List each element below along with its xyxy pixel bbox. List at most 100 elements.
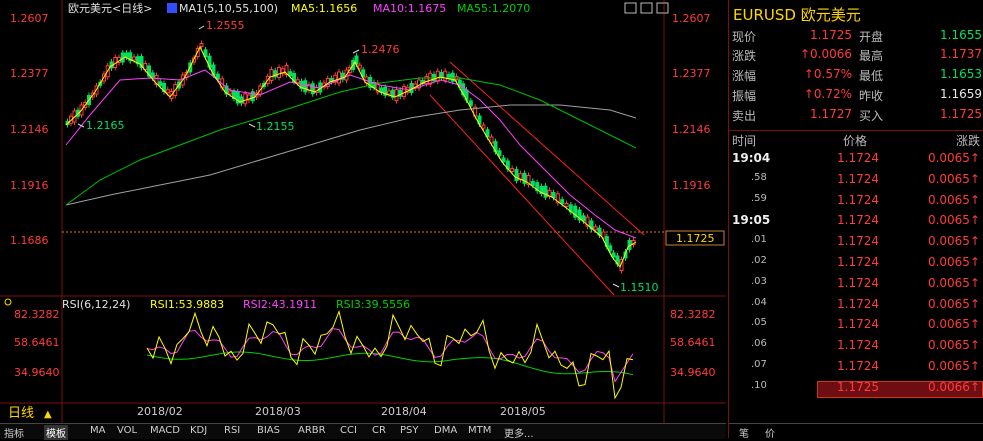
tab-mtm[interactable]: MTM xyxy=(468,425,491,436)
chart-title: 欧元美元<日线> xyxy=(68,1,152,15)
candle-body xyxy=(443,70,448,81)
candle-body xyxy=(468,100,473,107)
candle-body xyxy=(199,43,204,47)
price-axis-label-right: 1.2607 xyxy=(672,12,711,25)
date-label: 2018/02 xyxy=(137,405,183,418)
quote-label: 振幅 xyxy=(732,89,757,103)
tick-row[interactable]: 19:05 1.1724 0.0065↑ xyxy=(729,213,983,234)
tick-row[interactable]: 19:04 1.1724 0.0065↑ xyxy=(729,151,983,172)
tab-psy[interactable]: PSY xyxy=(400,425,419,436)
candle-body xyxy=(611,252,616,258)
kline-chart-panel[interactable]: 欧元美元<日线> MA1(5,10,55,100) MA5:1.1656 MA1… xyxy=(0,0,726,438)
tick-price: 1.1724 xyxy=(837,151,879,165)
tick-change: 0.0065↑ xyxy=(927,171,980,186)
tick-change: 0.0065↑ xyxy=(927,275,980,290)
candle-body xyxy=(481,124,486,129)
candle-body xyxy=(158,81,163,87)
ma10-value: MA10:1.1675 xyxy=(373,2,446,15)
period-dropdown-icon[interactable]: ▲ xyxy=(44,409,52,420)
tick-price: 1.1724 xyxy=(837,171,879,186)
tick-price: 1.1724 xyxy=(837,359,879,373)
quote-panel: EURUSD 欧元美元 现价 1.1725 开盘 1.1655 涨跌 ↑0.00… xyxy=(728,0,983,440)
tick-price: 1.1724 xyxy=(837,296,879,311)
candle-body xyxy=(269,69,274,81)
tab-kdj[interactable]: KDJ xyxy=(190,425,207,436)
tick-row[interactable]: .58 1.1724 0.0065↑ xyxy=(729,172,983,193)
quote-label: 买入 xyxy=(859,109,884,123)
quote-row: 涨幅 ↑0.57% 最低 1.1653 xyxy=(729,67,983,85)
rsi2-value: RSI2:43.1911 xyxy=(243,298,317,311)
ma55-line xyxy=(65,77,637,206)
indicator-tab-bar: 指标 模板 MA VOL MACD KDJ RSI BIAS ARBR CCI … xyxy=(0,423,726,440)
tick-price: 1.1724 xyxy=(837,192,879,207)
tick-row[interactable]: .06 1.1724 0.0065↑ xyxy=(729,338,983,359)
quote-value: 1.1725 xyxy=(940,107,982,121)
quote-value: ↑0.57% xyxy=(803,67,852,81)
tab-vol[interactable]: VOL xyxy=(117,425,137,436)
tick-row[interactable]: .05 1.1724 0.0065↑ xyxy=(729,317,983,338)
candle-body xyxy=(132,56,136,61)
candle-body xyxy=(608,245,613,252)
candle-body xyxy=(564,203,569,207)
quote-label: 最高 xyxy=(859,49,884,63)
rsi-axis-label-right: 34.9640 xyxy=(670,366,716,379)
tick-price: 1.1725 xyxy=(837,379,879,394)
tab-ma[interactable]: MA xyxy=(90,425,105,436)
tick-time: 19:05 xyxy=(732,213,771,228)
candle-body xyxy=(310,83,315,95)
tick-row[interactable]: .10 1.1725 0.0066↑ xyxy=(729,380,983,401)
ma55-value: MA55:1.2070 xyxy=(457,2,530,15)
tick-price: 1.1724 xyxy=(837,234,879,249)
tab-macd[interactable]: MACD xyxy=(150,425,180,436)
candle-body xyxy=(435,70,440,82)
quote-row: 涨跌 ↑0.0066 最高 1.1737 xyxy=(729,47,983,65)
tick-row[interactable]: .02 1.1724 0.0065↑ xyxy=(729,255,983,276)
quote-label: 最低 xyxy=(859,69,884,83)
ma-settings-icon[interactable] xyxy=(167,3,177,13)
candle-body xyxy=(387,90,391,95)
tick-time: .07 xyxy=(751,359,767,370)
tick-change: 0.0065↑ xyxy=(927,296,980,311)
candle-body xyxy=(303,80,308,93)
tick-row[interactable]: .07 1.1724 0.0065↑ xyxy=(729,359,983,380)
tab-dma[interactable]: DMA xyxy=(434,425,457,436)
kline-chart-svg[interactable]: 欧元美元<日线> MA1(5,10,55,100) MA5:1.1656 MA1… xyxy=(0,0,726,438)
candle-body xyxy=(514,169,519,181)
quote-label: 涨跌 xyxy=(732,49,757,63)
tab-rsi[interactable]: RSI xyxy=(224,425,240,436)
period-selector[interactable]: 日线 xyxy=(8,406,34,421)
candle-body xyxy=(409,83,414,93)
high-annotation: 1.2555 xyxy=(206,19,245,32)
quote-value: 1.1659 xyxy=(940,87,982,101)
candle-body xyxy=(243,93,248,105)
tab-cr[interactable]: CR xyxy=(372,425,386,436)
candle-body xyxy=(379,87,384,93)
tick-price: 1.1724 xyxy=(837,213,879,228)
ticks-col-time: 时间 xyxy=(732,134,757,148)
tab-bias[interactable]: BIAS xyxy=(257,425,280,436)
window-controls[interactable] xyxy=(624,2,669,14)
tick-row[interactable]: .04 1.1724 0.0065↑ xyxy=(729,297,983,318)
tab-arbr[interactable]: ARBR xyxy=(298,425,326,436)
tick-change: 0.0065↑ xyxy=(927,338,980,353)
tick-row[interactable]: .59 1.1724 0.0065↑ xyxy=(729,193,983,214)
tick-row[interactable]: .03 1.1724 0.0065↑ xyxy=(729,276,983,297)
quote-value: ↑0.0066 xyxy=(799,47,852,61)
tick-change: 0.0065↑ xyxy=(927,192,980,207)
candle-body xyxy=(560,199,565,205)
quote-label: 开盘 xyxy=(859,30,884,44)
candle-body xyxy=(402,86,406,97)
indicator-settings-icon[interactable] xyxy=(4,298,12,306)
price-axis-label: 1.2146 xyxy=(10,123,49,136)
tick-price: 1.1724 xyxy=(837,275,879,290)
tick-row[interactable]: .01 1.1724 0.0065↑ xyxy=(729,234,983,255)
low-annotation: 1.2155 xyxy=(256,120,295,133)
rsi1-line xyxy=(146,309,634,400)
tick-price: 1.1724 xyxy=(837,338,879,353)
price-axis-label: 1.2607 xyxy=(10,12,49,25)
rsi3-value: RSI3:39.5556 xyxy=(336,298,410,311)
candle-body xyxy=(150,72,155,79)
right-tab-bar: 笔 价 xyxy=(729,423,983,440)
rsi-axis-label-right: 82.3282 xyxy=(670,308,716,321)
tab-cci[interactable]: CCI xyxy=(340,425,357,436)
